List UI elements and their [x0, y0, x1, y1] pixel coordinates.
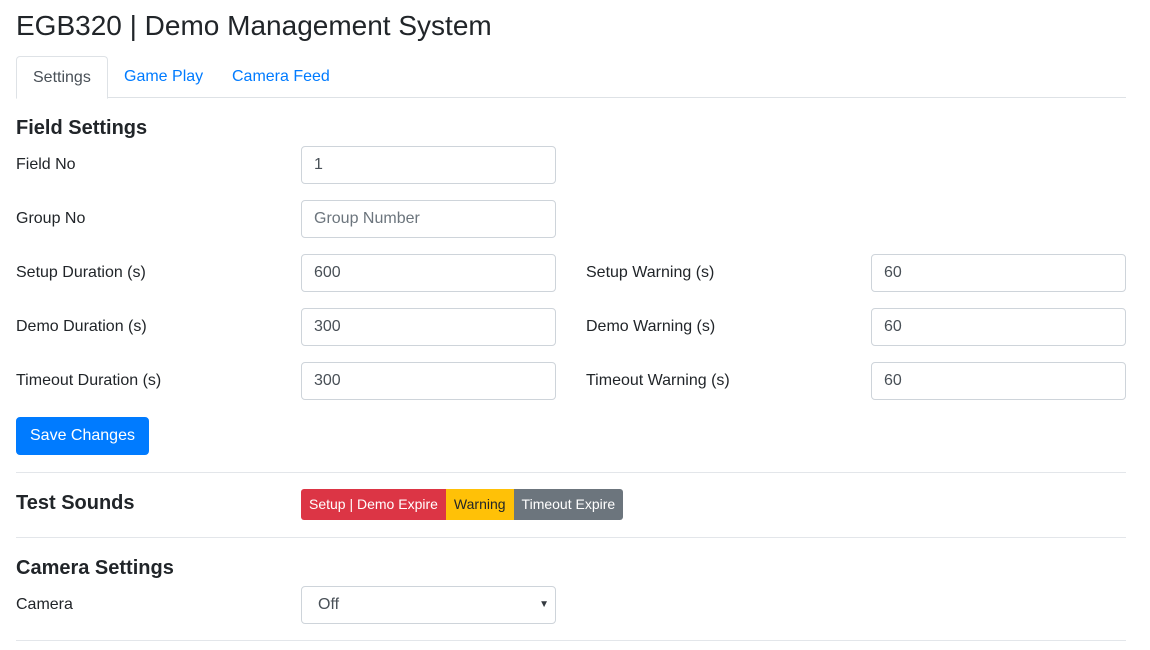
tab-bar: Settings Game Play Camera Feed [16, 56, 1126, 99]
camera-select-value: Off [318, 596, 340, 613]
save-changes-button[interactable]: Save Changes [16, 417, 149, 455]
timeout-duration-label: Timeout Duration (s) [16, 372, 162, 389]
caret-down-icon: ▼ [539, 599, 549, 610]
camera-settings-heading: Camera Settings [16, 557, 174, 579]
camera-label: Camera [16, 596, 73, 613]
field-no-input[interactable] [301, 146, 556, 184]
setup-duration-label: Setup Duration (s) [16, 264, 146, 281]
warning-sound-button[interactable]: Warning [445, 489, 514, 520]
demo-warning-input[interactable] [871, 308, 1126, 346]
demo-duration-input[interactable] [301, 308, 556, 346]
field-settings-heading: Field Settings [16, 117, 148, 139]
group-no-label: Group No [16, 210, 86, 227]
setup-duration-input[interactable] [301, 254, 556, 292]
setup-warning-label: Setup Warning (s) [586, 264, 715, 281]
timeout-duration-input[interactable] [301, 362, 556, 400]
timeout-warning-label: Timeout Warning (s) [586, 372, 730, 389]
timeout-expire-button[interactable]: Timeout Expire [513, 489, 624, 520]
divider [16, 472, 1126, 473]
setup-warning-input[interactable] [871, 254, 1126, 292]
tab-game-play[interactable]: Game Play [108, 56, 219, 98]
tab-settings[interactable]: Settings [16, 56, 108, 99]
test-sounds-button-group: Setup | Demo Expire Warning Timeout Expi… [301, 489, 624, 520]
page-title: EGB320 | Demo Management System [16, 10, 492, 41]
divider [16, 640, 1126, 641]
tab-camera-feed[interactable]: Camera Feed [216, 56, 346, 98]
divider [16, 537, 1126, 538]
camera-select[interactable]: Off ▼ [301, 586, 556, 624]
group-no-input[interactable] [301, 200, 556, 238]
demo-duration-label: Demo Duration (s) [16, 318, 147, 335]
timeout-warning-input[interactable] [871, 362, 1126, 400]
demo-warning-label: Demo Warning (s) [586, 318, 716, 335]
test-sounds-heading: Test Sounds [16, 492, 135, 514]
setup-demo-expire-button[interactable]: Setup | Demo Expire [301, 489, 446, 520]
field-no-label: Field No [16, 156, 76, 173]
